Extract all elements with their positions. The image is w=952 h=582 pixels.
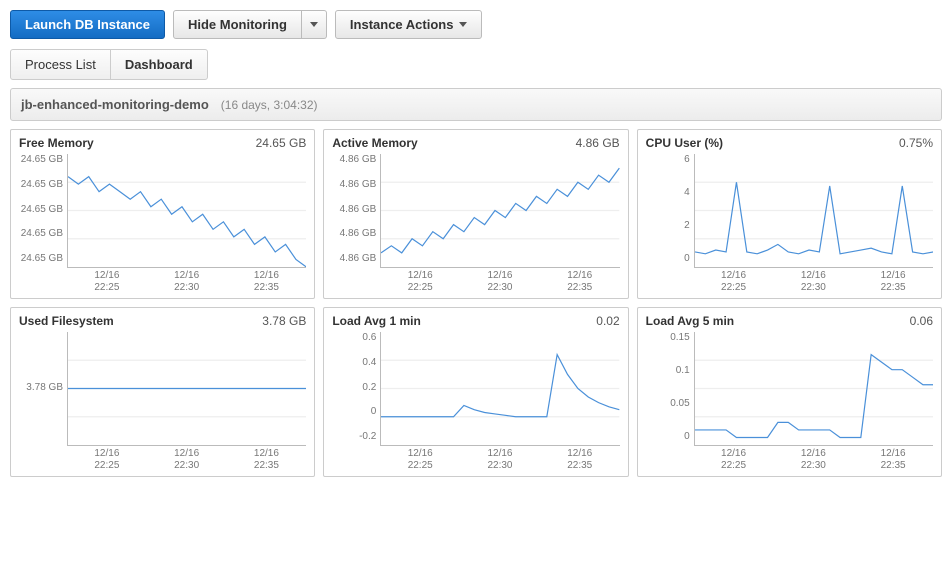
y-tick-label: 0.6 — [362, 332, 376, 343]
instance-uptime: (16 days, 3:04:32) — [221, 98, 318, 112]
y-tick-label: 0 — [684, 253, 690, 264]
x-axis: 12/16 22:25 12/16 22:30 12/16 22:35 — [67, 268, 306, 294]
chevron-down-icon — [310, 22, 318, 27]
x-tick-label: 12/16 22:35 — [567, 270, 592, 294]
y-axis: 6 4 2 0 — [646, 154, 694, 264]
x-tick-label: 12/16 22:30 — [487, 270, 512, 294]
y-axis: 0.15 0.1 0.05 0 — [646, 332, 694, 442]
y-tick-label: 24.65 GB — [21, 154, 63, 165]
launch-db-instance-button[interactable]: Launch DB Instance — [10, 10, 165, 39]
chart-plot — [67, 154, 306, 268]
y-axis: 0.6 0.4 0.2 0 -0.2 — [332, 332, 380, 442]
chart-plot — [694, 332, 933, 446]
y-tick-label: 4.86 GB — [340, 204, 377, 215]
y-tick-label: 4 — [684, 187, 690, 198]
chart-plot — [380, 332, 619, 446]
instance-actions-label: Instance Actions — [350, 17, 454, 32]
y-axis: 3.78 GB — [19, 332, 67, 442]
x-tick-label: 12/16 22:30 — [174, 448, 199, 472]
tab-bar: Process List Dashboard — [10, 49, 208, 80]
chart-plot — [380, 154, 619, 268]
x-axis: 12/16 22:25 12/16 22:30 12/16 22:35 — [694, 446, 933, 472]
tab-process-list[interactable]: Process List — [11, 50, 111, 79]
chart-panel: Free Memory24.65 GB24.65 GB24.65 GB24.65… — [10, 129, 315, 299]
chart-title: Load Avg 1 min — [332, 314, 420, 328]
x-tick-label: 12/16 22:35 — [254, 448, 279, 472]
x-tick-label: 12/16 22:30 — [174, 270, 199, 294]
x-axis: 12/16 22:25 12/16 22:30 12/16 22:35 — [694, 268, 933, 294]
x-tick-label: 12/16 22:25 — [408, 448, 433, 472]
chart-current-value: 0.06 — [910, 314, 933, 328]
chart-title: CPU User (%) — [646, 136, 723, 150]
x-tick-label: 12/16 22:25 — [408, 270, 433, 294]
y-tick-label: 3.78 GB — [26, 382, 63, 393]
chart-current-value: 4.86 GB — [576, 136, 620, 150]
y-tick-label: 0.2 — [362, 382, 376, 393]
x-tick-label: 12/16 22:30 — [801, 448, 826, 472]
y-tick-label: 4.86 GB — [340, 228, 377, 239]
chart-panel: Load Avg 5 min 0.06 0.15 0.1 0.05 0 12/16 22:2… — [637, 307, 942, 477]
y-tick-label: 24.65 GB — [21, 179, 63, 190]
chart-title: Used Filesystem — [19, 314, 114, 328]
x-tick-label: 12/16 22:30 — [801, 270, 826, 294]
instance-header: jb-enhanced-monitoring-demo (16 days, 3:… — [10, 88, 942, 121]
chart-title: Free Memory — [19, 136, 94, 150]
y-tick-label: 4.86 GB — [340, 253, 377, 264]
x-tick-label: 12/16 22:35 — [881, 270, 906, 294]
hide-monitoring-group: Hide Monitoring — [173, 10, 327, 39]
x-tick-label: 12/16 22:25 — [721, 448, 746, 472]
chart-panel: CPU User (%)0.75%642012/16 22:2512/16 22… — [637, 129, 942, 299]
x-axis: 12/16 22:25 12/16 22:30 12/16 22:35 — [380, 268, 619, 294]
y-tick-label: 0.1 — [676, 365, 690, 376]
chart-panel: Used Filesystem 3.78 GB 3.78 GB 12/16 22:25… — [10, 307, 315, 477]
y-tick-label: 0.4 — [362, 357, 376, 368]
y-tick-label: 24.65 GB — [21, 228, 63, 239]
chart-current-value: 0.02 — [596, 314, 619, 328]
chart-current-value: 3.78 GB — [262, 314, 306, 328]
x-tick-label: 12/16 22:35 — [881, 448, 906, 472]
x-tick-label: 12/16 22:25 — [721, 270, 746, 294]
x-tick-label: 12/16 22:30 — [487, 448, 512, 472]
x-tick-label: 12/16 22:35 — [254, 270, 279, 294]
y-tick-label: 0.15 — [670, 332, 689, 343]
toolbar: Launch DB Instance Hide Monitoring Insta… — [10, 10, 942, 39]
chart-plot — [67, 332, 306, 446]
y-axis: 4.86 GB 4.86 GB 4.86 GB 4.86 GB 4.86 GB — [332, 154, 380, 264]
y-tick-label: 4.86 GB — [340, 154, 377, 165]
chart-current-value: 0.75% — [899, 136, 933, 150]
instance-name: jb-enhanced-monitoring-demo — [21, 97, 209, 112]
chart-title: Load Avg 5 min — [646, 314, 734, 328]
x-tick-label: 12/16 22:35 — [567, 448, 592, 472]
instance-actions-button[interactable]: Instance Actions — [335, 10, 483, 39]
x-tick-label: 12/16 22:25 — [94, 448, 119, 472]
y-tick-label: 0 — [684, 431, 690, 442]
y-tick-label: 4.86 GB — [340, 179, 377, 190]
y-axis: 24.65 GB 24.65 GB 24.65 GB 24.65 GB 24.65 GB — [19, 154, 67, 264]
x-tick-label: 12/16 22:25 — [94, 270, 119, 294]
chart-plot — [694, 154, 933, 268]
y-tick-label: 2 — [684, 220, 690, 231]
chart-current-value: 24.65 GB — [256, 136, 307, 150]
y-tick-label: 24.65 GB — [21, 204, 63, 215]
chart-grid: Free Memory24.65 GB24.65 GB24.65 GB24.65… — [10, 129, 942, 477]
tab-dashboard[interactable]: Dashboard — [111, 50, 207, 79]
y-tick-label: 6 — [684, 154, 690, 165]
y-tick-label: 0 — [371, 406, 377, 417]
hide-monitoring-dropdown-button[interactable] — [302, 10, 327, 39]
y-tick-label: 0.05 — [670, 398, 689, 409]
x-axis: 12/16 22:25 12/16 22:30 12/16 22:35 — [67, 446, 306, 472]
y-tick-label: 24.65 GB — [21, 253, 63, 264]
y-tick-label: -0.2 — [359, 431, 376, 442]
chart-panel: Load Avg 1 min 0.02 0.6 0.4 0.2 0 -0.2 12/16 22… — [323, 307, 628, 477]
x-axis: 12/16 22:25 12/16 22:30 12/16 22:35 — [380, 446, 619, 472]
chevron-down-icon — [459, 22, 467, 27]
chart-panel: Active Memory4.86 GB4.86 GB4.86 GB4.86 G… — [323, 129, 628, 299]
hide-monitoring-button[interactable]: Hide Monitoring — [173, 10, 302, 39]
chart-title: Active Memory — [332, 136, 417, 150]
